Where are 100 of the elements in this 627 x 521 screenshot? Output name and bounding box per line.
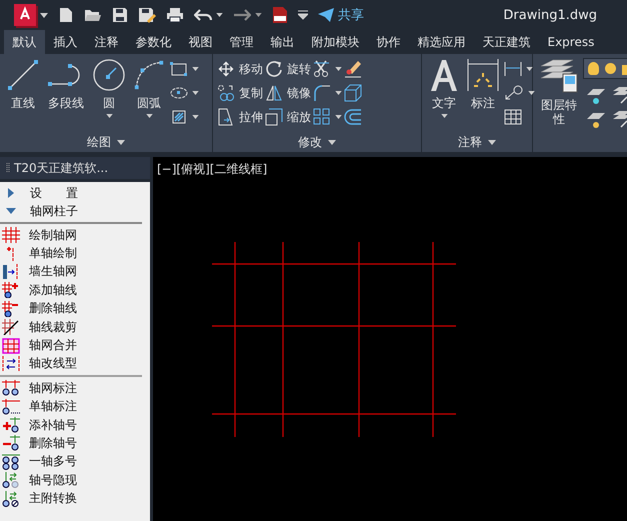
ribbon-tab[interactable]: 管理 <box>221 30 262 54</box>
ribbon-tab[interactable]: 协作 <box>368 30 409 54</box>
ellipse-icon <box>170 85 188 101</box>
merge-grid-icon <box>2 338 20 354</box>
palette-item[interactable]: 删除轴号 <box>0 434 142 453</box>
ribbon-tab[interactable]: 视图 <box>180 30 221 54</box>
panel-title-button[interactable]: 绘图 <box>87 132 125 152</box>
ribbon-tool-button[interactable] <box>313 60 342 78</box>
palette-item[interactable]: 一轴多号 <box>0 452 142 472</box>
palette-item[interactable]: 删除轴线 <box>0 300 142 318</box>
ribbon-tool-button[interactable]: 多段线 <box>44 58 88 132</box>
wall-axis-icon <box>2 264 20 280</box>
panel-title-button[interactable]: 修改 <box>298 132 336 152</box>
ribbon-tool-button[interactable]: 直线 <box>4 58 42 132</box>
caret-icon <box>335 115 342 119</box>
palette-section[interactable]: 设 置 <box>0 184 142 202</box>
ribbon-tool-button[interactable]: 图层特性 <box>537 58 581 152</box>
ribbon-tab[interactable]: 注释 <box>86 30 127 54</box>
ribbon-tab[interactable]: 精选应用 <box>409 30 474 54</box>
ribbon-tab[interactable]: Express <box>539 30 603 54</box>
palette-item[interactable]: 轴改线型 <box>0 354 142 374</box>
palette-item[interactable]: 墙生轴网 <box>0 262 142 282</box>
palette-item[interactable]: 主附转换 <box>0 489 142 508</box>
sun-icon[interactable] <box>605 63 616 74</box>
ribbon-tool-button[interactable] <box>313 84 342 102</box>
ribbon-tool-button[interactable] <box>170 60 199 78</box>
ribbon-tab[interactable]: 天正建筑 <box>474 30 539 54</box>
palette-item[interactable]: 轴线裁剪 <box>0 318 142 336</box>
palette-item[interactable]: 轴网合并 <box>0 336 142 355</box>
ribbon-tool-button[interactable] <box>504 84 535 102</box>
ribbon-tool-button[interactable]: 圆 <box>90 58 128 132</box>
ribbon-tool-button[interactable]: 缩放 <box>265 108 311 126</box>
linear-dimension-icon <box>504 61 522 77</box>
linetype-icon <box>2 356 20 372</box>
lightbulb-icon[interactable] <box>588 62 599 75</box>
ribbon-tool-button[interactable] <box>313 108 342 126</box>
caret-icon <box>528 91 535 95</box>
rectangle-icon <box>170 61 188 77</box>
caret-icon <box>335 67 342 71</box>
dimension-icon <box>466 58 500 92</box>
viewport-label[interactable]: [−][俯视][二维线框] <box>157 161 268 178</box>
fillet-icon <box>313 84 331 102</box>
box-icon <box>344 84 362 102</box>
caret-icon[interactable] <box>216 13 223 17</box>
circle-icon <box>92 58 126 92</box>
caret-icon <box>192 91 199 95</box>
open-folder-icon[interactable] <box>84 7 102 23</box>
delete-axis-icon <box>2 300 20 317</box>
ribbon-tool-button[interactable]: 圆弧 <box>130 58 168 132</box>
layers-icon <box>539 58 579 94</box>
ribbon-tool-button[interactable]: 标注 <box>464 58 502 132</box>
caret-icon[interactable] <box>40 12 48 18</box>
palette-item[interactable]: 轴号隐现 <box>0 471 142 490</box>
palette-item[interactable]: 绘制轴网 <box>0 226 142 244</box>
app-logo-icon[interactable] <box>14 4 36 26</box>
palette-item[interactable]: 轴网标注 <box>0 379 142 398</box>
caret-icon[interactable] <box>255 13 262 17</box>
ribbon-tab[interactable]: 输出 <box>262 30 303 54</box>
ribbon-tool-button[interactable]: 复制 <box>217 84 263 102</box>
drawing-canvas[interactable]: [−][俯视][二维线框] <box>153 157 627 521</box>
dropdown-menu-icon[interactable] <box>298 10 308 20</box>
share-button[interactable]: 共享 <box>318 6 364 24</box>
ribbon-tool-button[interactable] <box>504 60 535 78</box>
panel-title-button[interactable]: 注释 <box>458 132 496 152</box>
document-icon[interactable] <box>272 6 288 24</box>
switch-number-icon <box>2 490 20 507</box>
scale-icon <box>265 108 283 126</box>
ribbon-tool-button[interactable]: 拉伸 <box>217 108 263 126</box>
axis-label-icon <box>2 380 20 396</box>
ribbon-tool-button[interactable] <box>344 60 362 78</box>
add-axis-number-icon <box>2 417 20 434</box>
ribbon-tool-button[interactable]: 移动 <box>217 60 263 78</box>
ribbon-tool-button[interactable] <box>170 108 199 126</box>
print-icon[interactable] <box>166 7 184 23</box>
grip-icon[interactable] <box>6 163 10 173</box>
palette-item[interactable]: 添加轴线 <box>0 281 142 300</box>
ribbon-tab[interactable]: 插入 <box>45 30 86 54</box>
redo-icon[interactable] <box>233 8 251 22</box>
caret-icon <box>106 114 112 118</box>
move-icon <box>217 60 235 78</box>
save-as-icon[interactable] <box>138 7 156 23</box>
ribbon-tool-button[interactable]: 文字 <box>426 58 462 132</box>
eraser-icon <box>344 60 362 78</box>
add-axis-icon <box>2 282 20 298</box>
palette-item[interactable]: 单轴标注 <box>0 398 142 416</box>
ribbon-tab[interactable]: 参数化 <box>127 30 180 54</box>
ribbon-tab[interactable]: 默认 <box>4 30 45 54</box>
save-icon[interactable] <box>112 7 128 23</box>
caret-icon <box>440 114 448 118</box>
send-icon <box>318 8 334 22</box>
palette-section[interactable]: 轴网柱子 <box>0 202 142 220</box>
new-file-icon[interactable] <box>58 7 74 23</box>
window-title: Drawing1.dwg <box>503 8 597 22</box>
ribbon-tool-button[interactable]: 旋转 <box>265 60 311 78</box>
palette-item[interactable]: 添补轴号 <box>0 416 142 434</box>
ribbon-tool-button[interactable]: 镜像 <box>265 84 311 102</box>
palette-item[interactable]: 单轴绘制 <box>0 244 142 263</box>
text-icon <box>428 58 460 92</box>
undo-icon[interactable] <box>194 8 212 22</box>
ribbon-tab[interactable]: 附加模块 <box>303 30 368 54</box>
